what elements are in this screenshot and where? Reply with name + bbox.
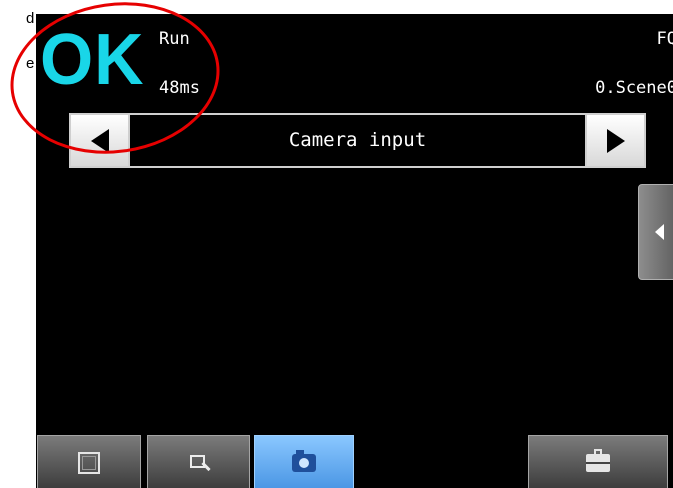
toolbox-icon bbox=[586, 448, 610, 472]
frame-icon bbox=[78, 451, 100, 474]
sensor-model-label: FQ bbox=[656, 29, 673, 49]
document-text-fragment-1: d bbox=[26, 10, 35, 27]
menu-title: Camera input bbox=[288, 129, 427, 151]
camera-icon bbox=[292, 449, 316, 472]
camera-button[interactable] bbox=[254, 435, 354, 488]
tools-button[interactable] bbox=[528, 435, 668, 488]
left-chevron-icon bbox=[655, 224, 664, 240]
right-arrow-icon bbox=[606, 128, 625, 153]
next-menu-button[interactable] bbox=[585, 115, 644, 166]
zoom-button[interactable] bbox=[147, 435, 250, 488]
scene-label: 0.Scene0 bbox=[595, 78, 673, 98]
side-panel-toggle[interactable] bbox=[638, 184, 673, 280]
display-frame-button[interactable] bbox=[37, 435, 141, 488]
zoom-icon bbox=[188, 452, 210, 474]
